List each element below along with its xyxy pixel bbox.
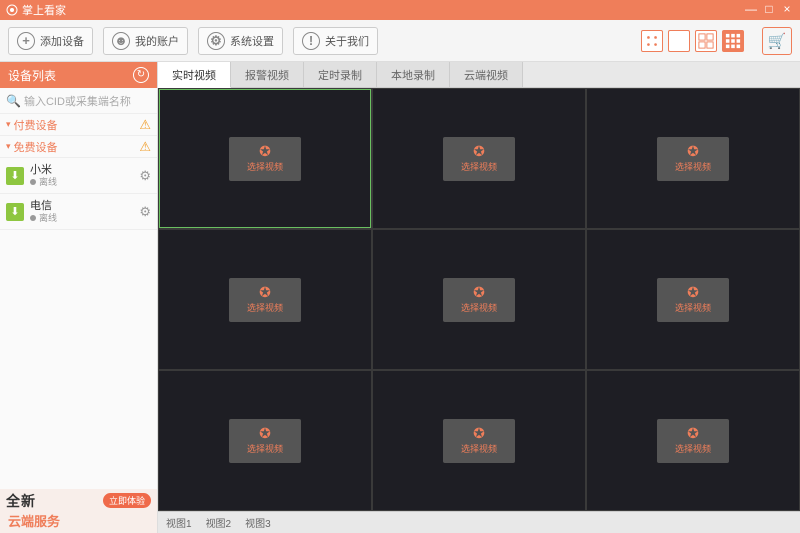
camera-icon: ✪ — [473, 144, 485, 158]
user-icon: ☻ — [112, 32, 130, 50]
titlebar: 掌上看家 — □ × — [0, 0, 800, 20]
about-button[interactable]: !关于我们 — [293, 27, 378, 55]
device-item[interactable]: ⬇ 小米离线 ⚙ — [0, 158, 157, 194]
warning-icon: ⚠ — [139, 139, 151, 155]
tabs: 实时视频 报警视频 定时录制 本地录制 云端视频 — [158, 62, 800, 88]
content: 实时视频 报警视频 定时录制 本地录制 云端视频 ✪选择视频 ✪选择视频 ✪选择… — [158, 62, 800, 533]
camera-icon: ✪ — [687, 285, 699, 299]
toolbar: +添加设备 ☻我的账户 ⚙系统设置 !关于我们 🛒 — [0, 20, 800, 62]
refresh-icon[interactable] — [133, 67, 149, 83]
warning-icon: ⚠ — [139, 117, 151, 133]
camera-icon: ✪ — [687, 426, 699, 440]
promo-banner[interactable]: 全新 云端服务 立即体验 — [0, 489, 157, 533]
view-tabs: 视图1 视图2 视图3 — [158, 511, 800, 533]
add-device-button[interactable]: +添加设备 — [8, 27, 93, 55]
device-item[interactable]: ⬇ 电信离线 ⚙ — [0, 194, 157, 230]
video-cell[interactable]: ✪选择视频 — [373, 230, 585, 369]
video-cell[interactable]: ✪选择视频 — [373, 371, 585, 510]
promo-button[interactable]: 立即体验 — [103, 493, 151, 508]
gear-icon: ⚙ — [207, 32, 225, 50]
app-icon — [6, 4, 18, 16]
video-cell[interactable]: ✪选择视频 — [373, 89, 585, 228]
tab-alarm[interactable]: 报警视频 — [231, 62, 304, 87]
search-icon: 🔍 — [6, 94, 21, 108]
my-account-button[interactable]: ☻我的账户 — [103, 27, 188, 55]
sidebar-header: 设备列表 — [0, 62, 157, 88]
sidebar-title: 设备列表 — [8, 67, 56, 84]
info-icon: ! — [302, 32, 320, 50]
device-icon: ⬇ — [6, 203, 24, 221]
layout-2x2-button[interactable] — [695, 30, 717, 52]
video-cell[interactable]: ✪选择视频 — [587, 89, 799, 228]
layout-3x3-button[interactable] — [722, 30, 744, 52]
tab-realtime[interactable]: 实时视频 — [158, 62, 231, 88]
maximize-button[interactable]: □ — [762, 3, 776, 17]
device-settings-icon[interactable]: ⚙ — [139, 204, 151, 220]
camera-icon: ✪ — [687, 144, 699, 158]
close-button[interactable]: × — [780, 3, 794, 17]
cart-button[interactable]: 🛒 — [762, 27, 792, 55]
category-paid[interactable]: ▾ 付费设备 ⚠ — [0, 114, 157, 136]
tab-timed[interactable]: 定时录制 — [304, 62, 377, 87]
device-icon: ⬇ — [6, 167, 24, 185]
video-cell[interactable]: ✪选择视频 — [159, 371, 371, 510]
app-title: 掌上看家 — [22, 2, 66, 18]
camera-icon: ✪ — [259, 426, 271, 440]
search-input[interactable]: 🔍 输入CID或采集端名称 — [0, 88, 157, 114]
layout-1x1-button[interactable] — [641, 30, 663, 52]
video-cell[interactable]: ✪选择视频 — [159, 230, 371, 369]
video-cell[interactable]: ✪选择视频 — [587, 371, 799, 510]
camera-icon: ✪ — [259, 144, 271, 158]
camera-icon: ✪ — [473, 285, 485, 299]
video-grid: ✪选择视频 ✪选择视频 ✪选择视频 ✪选择视频 ✪选择视频 ✪选择视频 ✪选择视… — [158, 88, 800, 511]
minimize-button[interactable]: — — [744, 3, 758, 17]
sidebar: 设备列表 🔍 输入CID或采集端名称 ▾ 付费设备 ⚠ ▾ 免费设备 ⚠ ⬇ 小… — [0, 62, 158, 533]
view-tab[interactable]: 视图2 — [206, 515, 232, 530]
view-tab[interactable]: 视图3 — [245, 515, 271, 530]
chevron-down-icon: ▾ — [6, 119, 11, 130]
cart-icon: 🛒 — [768, 32, 787, 50]
plus-icon: + — [17, 32, 35, 50]
system-settings-button[interactable]: ⚙系统设置 — [198, 27, 283, 55]
view-tab[interactable]: 视图1 — [166, 515, 192, 530]
layout-1-button[interactable] — [668, 30, 690, 52]
video-cell[interactable]: ✪选择视频 — [587, 230, 799, 369]
device-settings-icon[interactable]: ⚙ — [139, 168, 151, 184]
tab-local[interactable]: 本地录制 — [377, 62, 450, 87]
camera-icon: ✪ — [259, 285, 271, 299]
tab-cloud[interactable]: 云端视频 — [450, 62, 523, 87]
video-cell[interactable]: ✪选择视频 — [159, 89, 371, 228]
chevron-down-icon: ▾ — [6, 141, 11, 152]
camera-icon: ✪ — [473, 426, 485, 440]
category-free[interactable]: ▾ 免费设备 ⚠ — [0, 136, 157, 158]
